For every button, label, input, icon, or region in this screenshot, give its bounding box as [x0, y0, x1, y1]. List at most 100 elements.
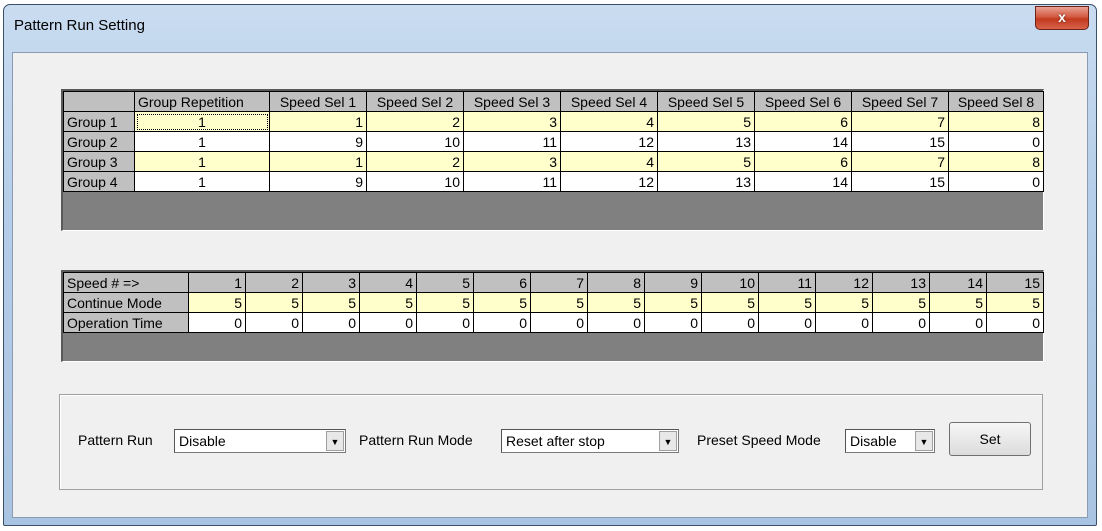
set-button[interactable]: Set: [949, 422, 1031, 456]
pattern-run-settings-group: Pattern Run Disable ▼ Pattern Run Mode R…: [59, 394, 1043, 490]
continue-mode-cell[interactable]: 5: [302, 292, 360, 313]
preset-speed-mode-value: Disable: [850, 433, 897, 449]
operation-time-cell[interactable]: 0: [530, 312, 588, 333]
speed-sel-cell[interactable]: 12: [560, 131, 658, 152]
operation-time-cell[interactable]: 0: [416, 312, 474, 333]
continue-mode-cell[interactable]: 5: [188, 292, 246, 313]
table-header-row: Speed # => 1 2 3 4 5 6 7 8 9 10 11 12 13 14 15: [63, 272, 1044, 293]
operation-time-cell[interactable]: 0: [872, 312, 930, 333]
row-header: Group 4: [63, 171, 135, 192]
continue-mode-cell[interactable]: 5: [644, 292, 702, 313]
continue-mode-cell[interactable]: 5: [986, 292, 1044, 313]
pattern-run-value: Disable: [179, 433, 226, 449]
operation-time-cell[interactable]: 0: [701, 312, 759, 333]
speed-sel-cell[interactable]: 6: [754, 111, 852, 132]
row-header: Operation Time: [63, 312, 189, 333]
speed-sel-cell[interactable]: 12: [560, 171, 658, 192]
continue-mode-cell[interactable]: 5: [758, 292, 816, 313]
close-button[interactable]: x: [1035, 6, 1089, 30]
speed-sel-cell[interactable]: 0: [948, 131, 1044, 152]
table-row: Group 3112345678: [63, 151, 1044, 172]
chevron-down-icon[interactable]: ▼: [326, 431, 344, 451]
continue-mode-cell[interactable]: 5: [530, 292, 588, 313]
speed-sel-cell[interactable]: 11: [463, 171, 561, 192]
speed-sel-cell[interactable]: 14: [754, 131, 852, 152]
speed-sel-cell[interactable]: 8: [948, 111, 1044, 132]
column-header: Speed Sel 3: [463, 91, 561, 112]
continue-mode-cell[interactable]: 5: [872, 292, 930, 313]
column-header: 15: [986, 272, 1044, 293]
speed-sel-cell[interactable]: 3: [463, 111, 561, 132]
speed-sel-cell[interactable]: 2: [366, 151, 464, 172]
speed-sel-cell[interactable]: 9: [269, 131, 367, 152]
speed-sel-cell[interactable]: 4: [560, 111, 658, 132]
continue-mode-cell[interactable]: 5: [701, 292, 759, 313]
speed-header-label: Speed # =>: [63, 272, 189, 293]
continue-mode-cell[interactable]: 5: [587, 292, 645, 313]
speed-sel-cell[interactable]: 15: [851, 131, 949, 152]
speed-sel-cell[interactable]: 3: [463, 151, 561, 172]
speed-sel-cell[interactable]: 9: [269, 171, 367, 192]
continue-mode-cell[interactable]: 5: [929, 292, 987, 313]
operation-time-cell[interactable]: 0: [302, 312, 360, 333]
operation-time-cell[interactable]: 0: [245, 312, 303, 333]
speed-sel-cell[interactable]: 7: [851, 151, 949, 172]
pattern-run-mode-value: Reset after stop: [506, 433, 605, 449]
column-header: 11: [758, 272, 816, 293]
continue-mode-cell[interactable]: 5: [473, 292, 531, 313]
speed-sel-cell[interactable]: 7: [851, 111, 949, 132]
speed-sel-cell[interactable]: 10: [366, 131, 464, 152]
column-header: Speed Sel 4: [560, 91, 658, 112]
column-header: 1: [188, 272, 246, 293]
continue-mode-cell[interactable]: 5: [245, 292, 303, 313]
group-repetition-cell[interactable]: 1: [134, 111, 270, 132]
pattern-run-setting-window: Pattern Run Setting x Group Repetition Sp…: [3, 4, 1097, 526]
operation-time-cell[interactable]: 0: [815, 312, 873, 333]
speed-sel-cell[interactable]: 4: [560, 151, 658, 172]
continue-mode-cell[interactable]: 5: [815, 292, 873, 313]
preset-speed-mode-select[interactable]: Disable ▼: [845, 429, 935, 453]
title-bar[interactable]: Pattern Run Setting x: [4, 5, 1096, 53]
column-header: Speed Sel 6: [754, 91, 852, 112]
operation-time-cell[interactable]: 0: [644, 312, 702, 333]
speed-sel-cell[interactable]: 5: [657, 151, 755, 172]
operation-time-cell[interactable]: 0: [473, 312, 531, 333]
row-header: Group 2: [63, 131, 135, 152]
operation-time-cell[interactable]: 0: [188, 312, 246, 333]
operation-time-cell[interactable]: 0: [986, 312, 1044, 333]
pattern-run-mode-select[interactable]: Reset after stop ▼: [501, 429, 679, 453]
operation-time-cell[interactable]: 0: [929, 312, 987, 333]
table-row: Group 1112345678: [63, 111, 1044, 132]
speed-sel-cell[interactable]: 2: [366, 111, 464, 132]
row-header: Group 1: [63, 111, 135, 132]
speed-sel-cell[interactable]: 15: [851, 171, 949, 192]
speed-sel-cell[interactable]: 5: [657, 111, 755, 132]
continue-mode-cell[interactable]: 5: [359, 292, 417, 313]
column-header: 6: [473, 272, 531, 293]
continue-mode-cell[interactable]: 5: [416, 292, 474, 313]
group-repetition-cell[interactable]: 1: [134, 131, 270, 152]
chevron-down-icon[interactable]: ▼: [915, 431, 933, 451]
speed-sel-cell[interactable]: 11: [463, 131, 561, 152]
speed-sel-cell[interactable]: 10: [366, 171, 464, 192]
group-repetition-cell[interactable]: 1: [134, 151, 270, 172]
operation-time-cell[interactable]: 0: [587, 312, 645, 333]
operation-time-cell[interactable]: 0: [359, 312, 417, 333]
column-header: 9: [644, 272, 702, 293]
speed-sel-cell[interactable]: 0: [948, 171, 1044, 192]
speed-sel-cell[interactable]: 14: [754, 171, 852, 192]
chevron-down-icon[interactable]: ▼: [659, 431, 677, 451]
operation-time-cell[interactable]: 0: [758, 312, 816, 333]
pattern-run-select[interactable]: Disable ▼: [174, 429, 346, 453]
speed-sel-cell[interactable]: 13: [657, 171, 755, 192]
speed-sel-cell[interactable]: 1: [269, 151, 367, 172]
speed-sel-cell[interactable]: 1: [269, 111, 367, 132]
group-repetition-cell[interactable]: 1: [134, 171, 270, 192]
speed-sel-cell[interactable]: 13: [657, 131, 755, 152]
column-header: 7: [530, 272, 588, 293]
pattern-run-label: Pattern Run: [78, 432, 153, 448]
window-title: Pattern Run Setting: [14, 17, 145, 34]
speed-sel-cell[interactable]: 8: [948, 151, 1044, 172]
column-header: 4: [359, 272, 417, 293]
speed-sel-cell[interactable]: 6: [754, 151, 852, 172]
